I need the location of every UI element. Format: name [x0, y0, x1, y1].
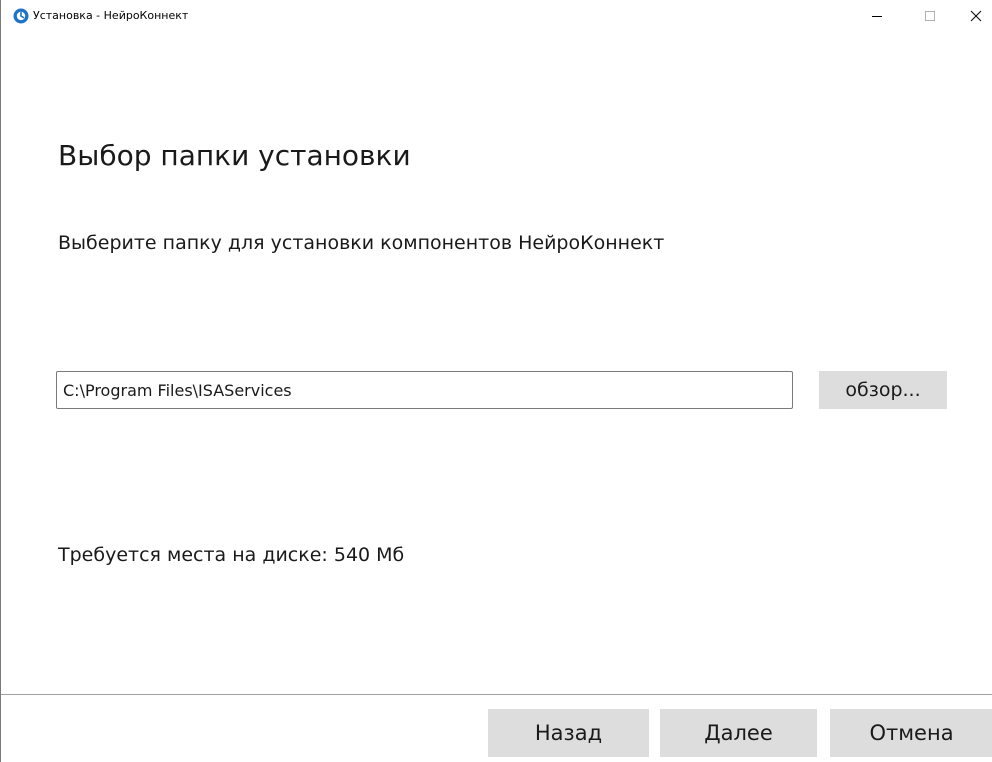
- maximize-button[interactable]: [907, 0, 953, 32]
- maximize-icon: [924, 7, 936, 26]
- disk-space-required: Требуется места на диске: 540 Мб: [58, 544, 405, 566]
- install-path-input[interactable]: [56, 371, 793, 409]
- page-subtitle: Выберите папку для установки компонентов…: [58, 232, 665, 254]
- close-icon: [970, 7, 982, 26]
- footer-divider: [1, 694, 992, 695]
- browse-button[interactable]: обзор...: [819, 371, 947, 409]
- minimize-icon: [871, 7, 883, 26]
- app-logo-icon: [13, 8, 29, 24]
- page-title: Выбор папки установки: [58, 139, 411, 172]
- title-bar: Установка - НейроКоннект: [1, 0, 992, 36]
- next-button[interactable]: Далее: [660, 709, 817, 757]
- window-title: Установка - НейроКоннект: [33, 9, 189, 22]
- installer-window: Установка - НейроКоннект Выбор папки уст…: [0, 0, 992, 762]
- minimize-button[interactable]: [854, 0, 900, 32]
- back-button[interactable]: Назад: [488, 709, 649, 757]
- close-button[interactable]: [953, 0, 992, 32]
- cancel-button[interactable]: Отмена: [830, 709, 992, 757]
